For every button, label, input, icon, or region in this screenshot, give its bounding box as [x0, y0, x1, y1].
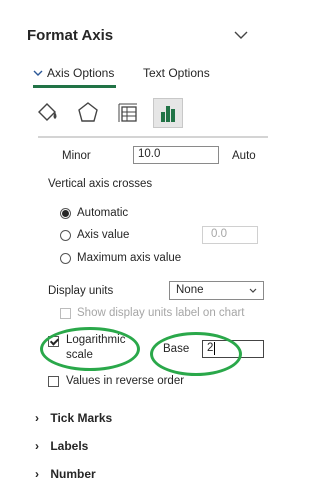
display-units-label: Display units — [48, 285, 114, 297]
logarithmic-scale-checkbox[interactable] — [48, 336, 59, 347]
effects-icon — [78, 102, 98, 122]
display-units-dropdown[interactable]: None — [169, 281, 264, 300]
axis-options-icon — [161, 106, 175, 122]
radio-axis-value[interactable] — [60, 230, 71, 241]
axis-options-button[interactable] — [153, 98, 183, 128]
section-tick-marks[interactable]: › Tick Marks — [35, 411, 112, 425]
collapse-chevron-icon[interactable] — [232, 28, 250, 42]
size-properties-button[interactable] — [113, 98, 143, 128]
pane-title: Format Axis — [27, 27, 114, 44]
section-labels[interactable]: › Labels — [35, 439, 88, 453]
tab-expand-chevron-icon — [33, 70, 43, 76]
fill-line-button[interactable] — [33, 98, 63, 128]
tab-text-options[interactable]: Text Options — [143, 66, 210, 80]
radio-automatic-label[interactable]: Automatic — [77, 207, 128, 219]
radio-maximum-axis-value-label[interactable]: Maximum axis value — [77, 252, 181, 264]
show-units-label-text: Show display units label on chart — [77, 307, 245, 319]
fill-line-icon — [38, 103, 57, 121]
dropdown-chevron-icon — [249, 288, 257, 293]
minor-label: Minor — [62, 150, 91, 162]
radio-automatic[interactable] — [60, 208, 71, 219]
size-properties-icon — [118, 103, 137, 122]
logarithmic-scale-label-line1[interactable]: Logarithmic — [66, 334, 125, 346]
reverse-order-label[interactable]: Values in reverse order — [66, 375, 184, 387]
effects-button[interactable] — [73, 98, 103, 128]
base-input[interactable]: 2 — [202, 340, 264, 358]
minor-auto-button[interactable]: Auto — [232, 150, 256, 162]
show-units-label-checkbox[interactable] — [60, 308, 71, 319]
axis-value-input[interactable]: 0.0 — [202, 226, 258, 244]
base-label: Base — [163, 343, 190, 355]
section-number[interactable]: › Number — [35, 467, 96, 481]
expand-chevron-icon: › — [35, 467, 39, 481]
expand-chevron-icon: › — [35, 411, 39, 425]
logarithmic-scale-label-line2[interactable]: scale — [66, 349, 93, 361]
radio-axis-value-label[interactable]: Axis value — [77, 229, 129, 241]
radio-maximum-axis-value[interactable] — [60, 253, 71, 264]
reverse-order-checkbox[interactable] — [48, 376, 59, 387]
expand-chevron-icon: › — [35, 439, 39, 453]
minor-unit-input[interactable]: 10.0 — [133, 146, 219, 164]
active-tab-underline — [33, 85, 116, 88]
toolbar-divider — [38, 136, 268, 138]
axis-crosses-label: Vertical axis crosses — [48, 178, 153, 190]
tab-axis-options[interactable]: Axis Options — [47, 66, 114, 80]
text-cursor — [214, 342, 215, 355]
display-units-value: None — [176, 284, 204, 296]
